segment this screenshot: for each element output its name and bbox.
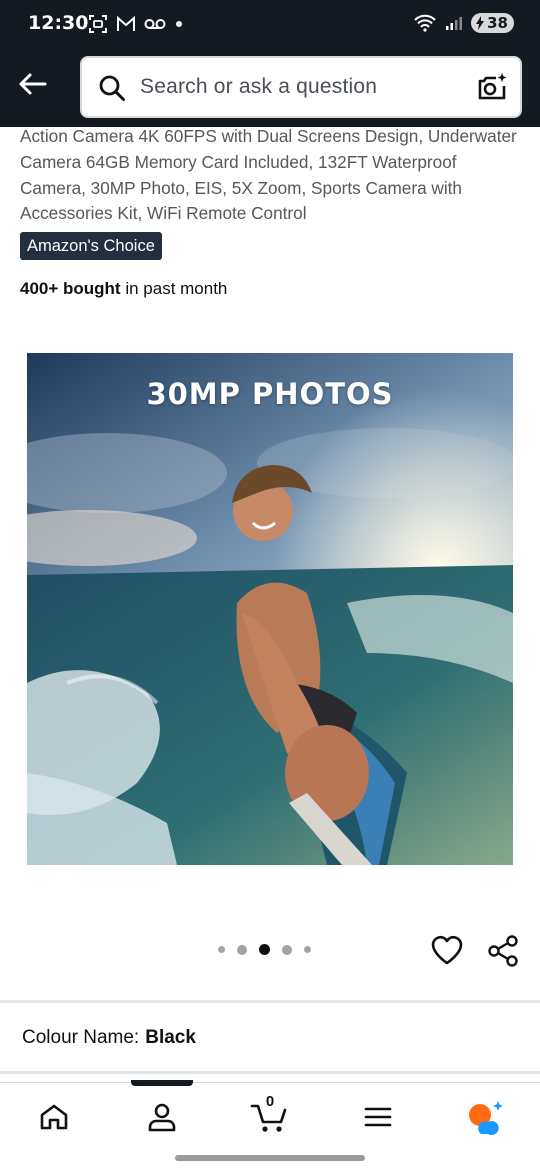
home-icon — [40, 1104, 68, 1130]
search-icon — [99, 75, 125, 101]
status-time: 12:30 — [28, 12, 89, 34]
nav-rufus[interactable] — [464, 1097, 508, 1137]
image-caption: 30MP PHOTOS — [146, 377, 394, 411]
screenshot-icon — [89, 15, 107, 33]
bought-count: 400+ bought — [20, 279, 121, 298]
dot-icon — [176, 21, 182, 27]
top-bar: 12:30 38 Search or ask a question — [0, 0, 540, 127]
bought-in-past-month: 400+ bought in past month — [20, 279, 227, 299]
search-input[interactable]: Search or ask a question — [80, 56, 522, 118]
nav-cart[interactable]: 0 — [246, 1093, 294, 1137]
battery-icon: 38 — [471, 13, 514, 33]
camera-search-icon[interactable] — [476, 71, 508, 103]
account-icon — [148, 1103, 176, 1132]
carousel-dot[interactable] — [304, 946, 311, 953]
system-icons: 38 — [413, 13, 514, 33]
heart-icon — [431, 935, 463, 965]
add-to-list-button[interactable] — [430, 934, 464, 968]
cart-count: 0 — [265, 1093, 275, 1110]
carousel-dot-active[interactable] — [259, 944, 270, 955]
nav-menu[interactable] — [356, 1097, 400, 1137]
wifi-icon — [414, 14, 436, 32]
share-button[interactable] — [486, 934, 520, 968]
bought-suffix: in past month — [120, 279, 228, 298]
voicemail-icon — [144, 19, 166, 29]
colour-value: Black — [145, 1027, 196, 1048]
section-divider — [0, 1071, 540, 1074]
colour-selector[interactable]: Colour Name: Black — [22, 1027, 196, 1049]
charging-bolt-icon — [476, 16, 485, 30]
carousel-dot[interactable] — [237, 944, 247, 955]
status-bar: 12:30 38 — [0, 0, 540, 50]
gmail-icon — [117, 15, 135, 31]
back-arrow-icon — [19, 73, 47, 95]
share-icon — [488, 935, 518, 967]
battery-level: 38 — [487, 14, 508, 32]
colour-label: Colour Name: — [22, 1027, 140, 1048]
active-tab-indicator — [131, 1080, 193, 1086]
search-placeholder: Search or ask a question — [140, 75, 378, 98]
carousel-dots[interactable] — [218, 944, 311, 955]
product-title[interactable]: Action Camera 4K 60FPS with Dual Screens… — [20, 124, 520, 227]
notification-icons — [88, 14, 184, 34]
carousel-dot[interactable] — [282, 944, 292, 955]
signal-icon — [446, 17, 463, 30]
rufus-ai-icon — [469, 1101, 503, 1135]
menu-icon — [364, 1107, 392, 1127]
system-home-indicator[interactable] — [175, 1155, 365, 1161]
carousel-dot[interactable] — [218, 946, 225, 953]
section-divider — [0, 1000, 540, 1003]
nav-home[interactable] — [32, 1097, 76, 1137]
product-image[interactable]: 30MP PHOTOS — [27, 353, 513, 865]
amazons-choice-badge: Amazon's Choice — [20, 232, 162, 260]
product-photo — [27, 353, 513, 865]
nav-account[interactable] — [140, 1097, 184, 1137]
back-button[interactable] — [14, 66, 50, 102]
